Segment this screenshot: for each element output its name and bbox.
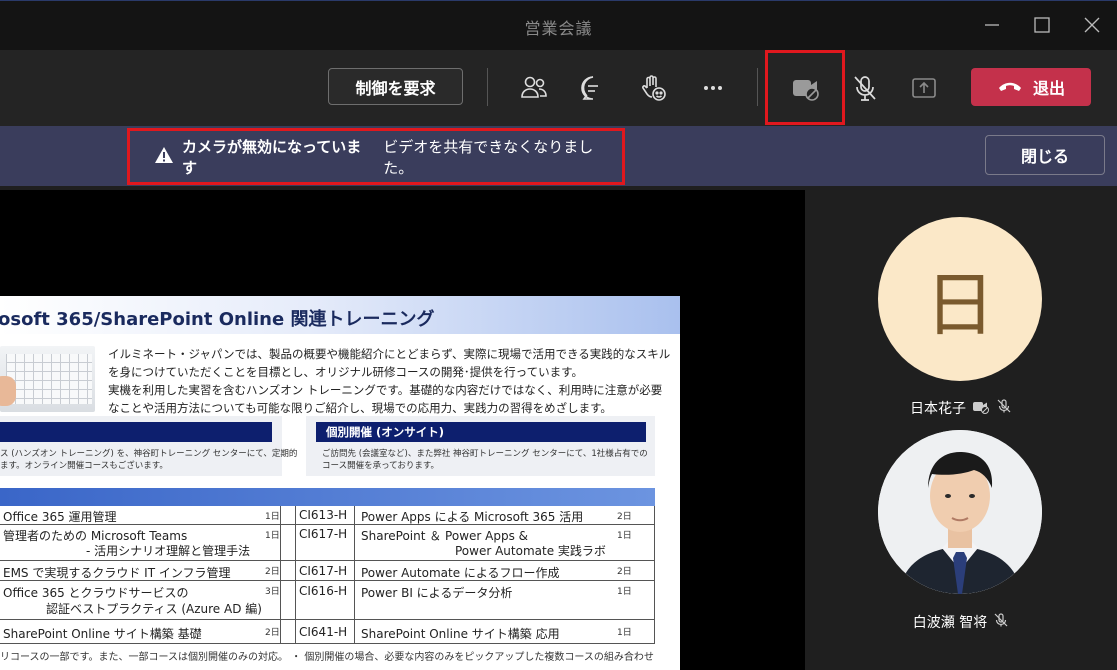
camera-disabled-banner: カメラが無効になっています ビデオを共有できなくなりました。 閉じる	[0, 126, 1117, 186]
participant-name: 白波瀬 智将	[912, 615, 988, 631]
mic-off-icon	[996, 398, 1012, 418]
course-days: 1日	[617, 587, 632, 597]
onsite-course-panel: 個別開催 (オンサイト) ご訪問先 (会議室など)、また弊社 神谷町トレーニング…	[306, 416, 655, 476]
participant-name-row: 白波瀬 智将	[805, 612, 1117, 632]
window-title: 営業会議	[524, 19, 593, 38]
shared-document: osoft 365/SharePoint Online 関連トレーニング イルミ…	[0, 296, 680, 670]
course-days: 1日	[617, 628, 632, 638]
course-name-line2: Power Automate 実践ラボ	[455, 544, 606, 558]
course-table-header	[0, 488, 655, 506]
course-name: Power Automate によるフロー作成	[361, 566, 560, 580]
leave-button[interactable]: 退出	[971, 68, 1091, 106]
toolbar-divider	[757, 68, 758, 106]
doc-intro: イルミネート・ジャパンでは、製品の概要や機能紹介にとどまらず、実際に現場で活用で…	[108, 346, 671, 418]
notice-highlight-box: カメラが無効になっています ビデオを共有できなくなりました。	[127, 128, 625, 185]
title-bar: 営業会議	[0, 0, 1117, 50]
panel-text-line: コース開催を承っております。	[322, 461, 440, 471]
course-days: 1日	[265, 512, 280, 522]
participant-name-row: 日本花子	[805, 398, 1117, 418]
course-days: 2日	[617, 512, 632, 522]
mic-off-icon	[993, 612, 1009, 632]
intro-line: 実機を利用した実習を含むハンズオン トレーニングです。基礎的な内容だけではなく、…	[108, 383, 663, 397]
course-code: CI617-H	[299, 564, 348, 578]
panel-heading: 個別開催 (オンサイト)	[316, 422, 646, 442]
maximize-icon[interactable]	[1028, 11, 1056, 39]
table-row: EMS で実現するクラウド IT インフラ管理 2日 CI617-H Power A…	[0, 561, 655, 581]
intro-line: を身につけていただくことを目標とし、オリジナル研修コースの開発･提供を行っていま…	[108, 365, 583, 379]
mic-off-icon[interactable]	[847, 70, 883, 106]
close-banner-button[interactable]: 閉じる	[985, 135, 1105, 175]
table-row: 管理者のための Microsoft Teams - 活用シナリオ理解と管理手法 1日…	[0, 525, 655, 561]
course-code: CI613-H	[299, 508, 348, 522]
course-name: Office 365 運用管理	[3, 510, 117, 524]
request-control-button[interactable]: 制御を要求	[328, 68, 463, 105]
teams-meeting-window: 営業会議 制御を要求 退出 カメラが無効になっています ビデオを共有できなくなり…	[0, 0, 1117, 670]
participants-panel: 日 日本花子 白波瀬 智将	[805, 190, 1117, 670]
intro-line: イルミネート・ジャパンでは、製品の概要や機能紹介にとどまらず、実際に現場で活用で…	[108, 347, 671, 361]
course-name: SharePoint Online サイト構築 基礎	[3, 627, 202, 641]
close-window-icon[interactable]	[1078, 11, 1106, 39]
course-name: Power BI によるデータ分析	[361, 586, 513, 600]
person-photo	[878, 430, 1042, 594]
course-name-line2: 認証ベストプラクティス (Azure AD 編)	[46, 602, 262, 616]
course-days: 2日	[265, 567, 280, 577]
more-icon[interactable]	[695, 70, 731, 106]
doc-header: osoft 365/SharePoint Online 関連トレーニング	[0, 296, 680, 334]
course-days: 1日	[265, 531, 280, 541]
course-name: Office 365 とクラウドサービスの	[3, 586, 189, 600]
leave-label: 退出	[1032, 79, 1065, 98]
course-code: CI617-H	[299, 527, 348, 541]
doc-footer: リコースの一部です。また、一部コースは個別開催のみの対応。 ・ 個別開催の場合、…	[0, 652, 654, 663]
shared-screen: osoft 365/SharePoint Online 関連トレーニング イルミ…	[0, 190, 805, 670]
table-row: Office 365 運用管理 1日 CI613-H Power Apps による …	[0, 506, 655, 525]
notice-title: カメラが無効になっています	[182, 137, 362, 177]
panel-text: ス (ハンズオン トレーニング) を、神谷町トレーニング センターにて、定期的 …	[0, 448, 297, 472]
toolbar-divider	[487, 68, 488, 106]
course-name-line2: - 活用シナリオ理解と管理手法	[86, 544, 251, 558]
table-row: SharePoint Online サイト構築 基礎 2日 CI641-H Shar…	[0, 620, 655, 644]
panel-text-line: ご訪問先 (会議室など)、また弊社 神谷町トレーニング センターにて、1社様占有…	[322, 449, 648, 459]
public-course-panel: ス (ハンズオン トレーニング) を、神谷町トレーニング センターにて、定期的 …	[0, 416, 297, 476]
course-name: SharePoint Online サイト構築 応用	[361, 627, 560, 641]
panel-heading	[0, 422, 272, 442]
avatar-initial: 日	[925, 263, 995, 346]
share-tray-icon[interactable]	[906, 70, 942, 106]
raise-hand-icon[interactable]	[635, 70, 671, 106]
camera-off-icon[interactable]	[787, 70, 823, 106]
course-days: 2日	[265, 628, 280, 638]
camera-off-icon	[972, 398, 990, 418]
panel-text-line: ス (ハンズオン トレーニング) を、神谷町トレーニング センターにて、定期的	[0, 449, 298, 459]
keyboard-image	[0, 346, 95, 412]
course-code: CI616-H	[299, 584, 348, 598]
course-days: 2日	[617, 567, 632, 577]
doc-title: osoft 365/SharePoint Online 関連トレーニング	[0, 309, 435, 330]
participant-avatar[interactable]	[878, 430, 1042, 594]
phone-hangup-icon	[997, 78, 1023, 97]
course-code: CI641-H	[299, 625, 348, 639]
panel-text: ご訪問先 (会議室など)、また弊社 神谷町トレーニング センターにて、1社様占有…	[322, 448, 648, 472]
notice-message: ビデオを共有できなくなりました。	[383, 137, 594, 177]
course-days: 1日	[617, 531, 632, 541]
chat-icon[interactable]	[575, 70, 611, 106]
panel-text-line: ます。オンライン開催コースもございます。	[0, 461, 168, 471]
course-name: Power Apps による Microsoft 365 活用	[361, 510, 584, 524]
course-name: EMS で実現するクラウド IT インフラ管理	[3, 566, 231, 580]
warning-icon	[154, 146, 174, 168]
participant-avatar[interactable]: 日	[878, 217, 1042, 381]
people-icon[interactable]	[516, 70, 552, 106]
minimize-icon[interactable]	[978, 11, 1006, 39]
table-row: Office 365 とクラウドサービスの認証ベストプラクティス (Azure …	[0, 581, 655, 620]
course-days: 3日	[265, 587, 280, 597]
intro-line: なことや活用方法についても可能な限りご紹介し、現場での応用力、実践力の習得をめざ…	[108, 401, 612, 415]
meeting-toolbar: 制御を要求 退出	[0, 50, 1117, 126]
participant-name: 日本花子	[910, 401, 966, 417]
